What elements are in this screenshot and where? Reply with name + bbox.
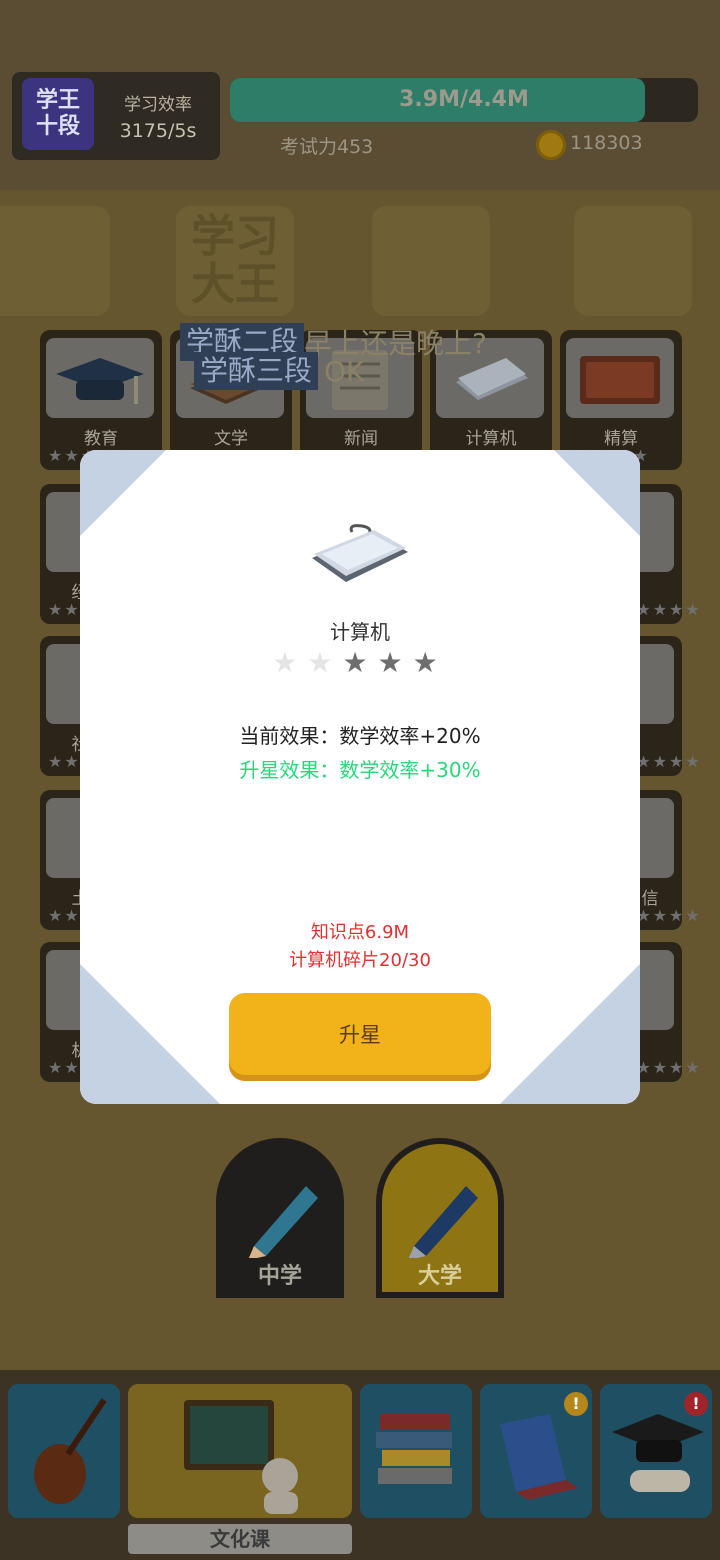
watermark-tile — [574, 206, 692, 316]
stage-tab-university[interactable]: 大学 — [376, 1138, 504, 1298]
progress-bar: 3.9M/4.4M — [230, 78, 698, 122]
watermark-tile: 学习大王 — [176, 206, 294, 316]
notification-badge: ! — [684, 1392, 708, 1416]
nav-culture-label: 文化课 — [128, 1524, 352, 1554]
coin-icon — [536, 130, 566, 160]
watermark-tile — [372, 206, 490, 316]
toast-message: 学酥三段 OK — [194, 352, 364, 390]
star-filled-icon: ★ — [342, 646, 378, 679]
item-name: 计算机 — [330, 620, 390, 644]
violin-icon — [34, 1398, 107, 1504]
coin-count: 118303 — [570, 132, 643, 154]
subject-card-actuarial[interactable]: 精算 ★★★★★ — [560, 330, 682, 470]
corner-decoration — [554, 450, 640, 536]
cost-knowledge-points: 知识点6.9M — [310, 922, 410, 943]
upgrade-dialog: 计算机 ★★★★★ 当前效果：数学效率+20% 升星效果：数学效率+30% 知识… — [80, 450, 640, 1104]
pen-icon — [408, 1186, 478, 1258]
star-filled-icon: ★ — [412, 646, 448, 679]
star-filled-icon: ★ — [377, 646, 413, 679]
corner-decoration — [80, 964, 220, 1104]
nav-books[interactable] — [360, 1384, 472, 1518]
card-image — [46, 338, 154, 418]
stage-tab-label: 大学 — [417, 1264, 462, 1289]
exam-power: 考试力453 — [280, 136, 374, 158]
graduation-cap-icon — [56, 358, 144, 404]
chalkboard-icon — [184, 1400, 298, 1514]
subject-card-education[interactable]: 教育 ★★★★★ — [40, 330, 162, 470]
nav-essay[interactable]: ! — [480, 1384, 592, 1518]
upgrade-effect: 升星效果：数学效率+30% — [239, 758, 481, 782]
notification-badge: ! — [564, 1392, 588, 1416]
nav-music[interactable] — [8, 1384, 120, 1518]
efficiency-label: 学习效率 — [124, 95, 192, 115]
stage-tab-middle-school[interactable]: 中学 — [216, 1138, 344, 1298]
book-stack-icon — [376, 1414, 452, 1484]
card-image — [566, 338, 674, 418]
star-empty-icon: ★ — [272, 646, 308, 679]
rank-badge[interactable]: 学王 十段 — [22, 78, 94, 150]
pencil-icon — [248, 1186, 318, 1258]
stage-tab-label: 中学 — [257, 1264, 302, 1289]
star-empty-icon: ★ — [307, 646, 343, 679]
watermark-text: 学习大王 — [191, 211, 279, 310]
upgrade-star-button[interactable]: 升星 — [229, 993, 491, 1081]
toast-text: OK — [324, 354, 365, 388]
corner-decoration — [80, 450, 166, 536]
nav-culture[interactable] — [128, 1384, 352, 1518]
nav-graduation[interactable]: ! — [600, 1384, 712, 1518]
abacus-icon — [580, 356, 660, 404]
star-rating: ★★★★★ — [80, 646, 640, 679]
efficiency-value: 3175/5s — [119, 120, 197, 142]
rank-line-2: 十段 — [35, 114, 80, 139]
rank-line-1: 学王 — [35, 88, 80, 113]
corner-decoration — [500, 964, 640, 1104]
cost-fragments: 计算机碎片20/30 — [289, 950, 431, 971]
current-effect: 当前效果：数学效率+20% — [239, 724, 481, 748]
watermark-tile — [0, 206, 110, 316]
keyboard-icon — [312, 524, 408, 582]
progress-text: 3.9M/4.4M — [399, 87, 529, 112]
toast-rank: 学酥三段 — [194, 352, 319, 390]
